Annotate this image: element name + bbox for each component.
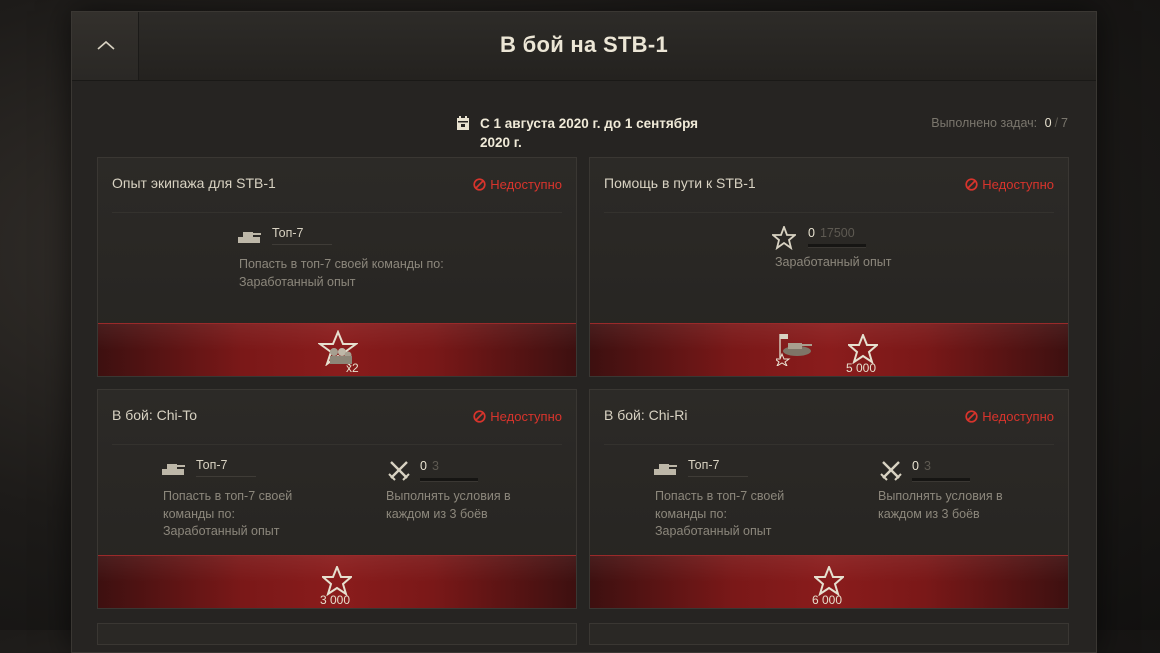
mission-card-help-on-way[interactable]: Помощь в пути к STB-1 Недоступно 0 17500 … [589,157,1069,377]
condition-label: Топ-7 [688,458,720,472]
condition-progress-bar [420,478,478,482]
status-badge: Недоступно [965,409,1054,424]
tasks-separator: / [1054,116,1059,130]
mission-title: Опыт экипажа для STB-1 [112,175,276,191]
tasks-total-count: 7 [1061,116,1068,130]
mission-title: Помощь в пути к STB-1 [604,175,756,191]
reward-value: 6 000 [812,593,843,607]
tank-icon [162,464,185,475]
condition-counter: 03 [912,459,931,473]
status-badge: Недоступно [965,177,1054,192]
card-divider [112,444,562,445]
star-icon [772,226,796,250]
unavailable-icon [473,410,486,423]
calendar-icon [457,116,469,130]
mission-card-partial[interactable] [589,623,1069,645]
reward-value: 5 000 [846,361,877,375]
status-text: Недоступно [490,177,562,192]
reward-band: x2 [98,323,576,376]
condition-label: Топ-7 [272,226,304,240]
mission-title: В бой: Chi-To [112,407,198,423]
mission-card-crew-xp[interactable]: Опыт экипажа для STB-1 Недоступно Топ-7 … [97,157,577,377]
condition-underline [688,476,748,477]
card-divider [604,212,1054,213]
unavailable-icon [965,410,978,423]
status-text: Недоступно [982,177,1054,192]
tasks-progress-label: Выполнено задач: [931,116,1038,130]
reward-band: 3 000 [98,555,576,608]
card-divider [112,212,562,213]
status-text: Недоступно [982,409,1054,424]
card-divider [604,444,1054,445]
mission-card-chi-to[interactable]: В бой: Chi-To Недоступно Топ-7 Попасть в… [97,389,577,609]
tasks-done-count: 0 [1044,116,1052,130]
reward-value: 3 000 [320,593,351,607]
status-badge: Недоступно [473,409,562,424]
condition-description: Попасть в топ-7 своей команды по: Зарабо… [163,489,293,538]
condition-counter: 0 17500 [808,226,855,240]
reward-band: 5 000 [590,323,1068,376]
condition-description: Выполнять условия в каждом из 3 боёв [878,489,1003,521]
condition-counter: 03 [420,459,439,473]
condition-description: Попасть в топ-7 своей команды по: Зарабо… [239,257,444,289]
tank-icon [238,232,261,243]
crossed-swords-icon [388,461,410,481]
unavailable-icon [473,178,486,191]
condition-progress-bar [912,478,970,482]
period-text: С 1 августа 2020 г. до 1 сентября 2020 г… [480,116,699,150]
mission-panel: В бой на STB-1 С 1 августа 2020 г. до 1 … [71,11,1097,653]
reward-band: 6 000 [590,555,1068,608]
condition-underline [196,476,256,477]
condition-label: Топ-7 [196,458,228,472]
mission-card-chi-ri[interactable]: В бой: Chi-Ri Недоступно Топ-7 Попасть в… [589,389,1069,609]
tasks-progress: Выполнено задач: 0/7 [931,116,1068,130]
condition-progress-bar [808,244,866,248]
unavailable-icon [965,178,978,191]
tank-reward-icon [776,334,812,366]
status-badge: Недоступно [473,177,562,192]
star-icon [814,566,844,596]
reward-value: x2 [346,361,359,375]
mission-card-partial[interactable] [97,623,577,645]
tank-icon [654,464,677,475]
page-title: В бой на STB-1 [499,32,669,57]
mission-title: В бой: Chi-Ri [604,407,688,423]
crossed-swords-icon [880,461,902,481]
condition-description: Заработанный опыт [775,255,892,269]
panel-header: В бой на STB-1 [72,12,1096,81]
status-text: Недоступно [490,409,562,424]
condition-underline [272,244,332,245]
condition-description: Выполнять условия в каждом из 3 боёв [386,489,511,521]
star-icon [322,566,352,596]
condition-description: Попасть в топ-7 своей команды по: Зарабо… [655,489,785,538]
star-icon [848,334,878,364]
